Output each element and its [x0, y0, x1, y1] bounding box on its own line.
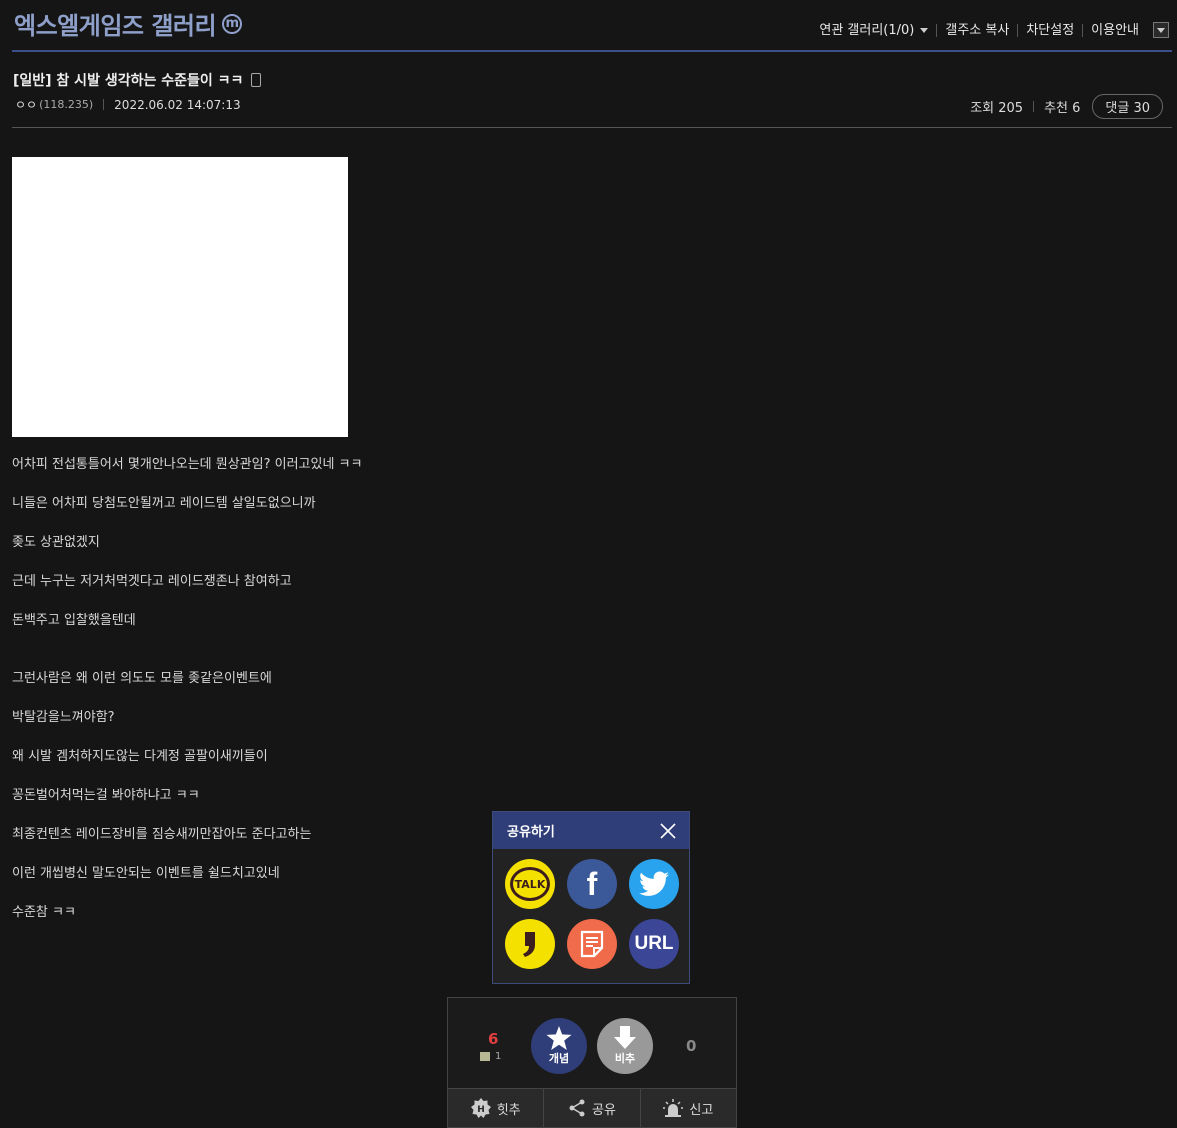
share-popup-header: 공유하기 [493, 812, 689, 849]
body-line: 돈백주고 입찰했을텐데 [12, 613, 136, 628]
comment-count-button[interactable]: 댓글 30 [1092, 94, 1163, 119]
related-gallery-link[interactable]: 연관 갤러리(1/0) [811, 24, 936, 37]
share-label: 공유 [592, 1102, 616, 1118]
report-button[interactable]: 신고 [639, 1089, 736, 1127]
downvote-button[interactable]: 비추 [597, 1018, 653, 1074]
siren-icon [663, 1099, 684, 1117]
blog-icon [580, 930, 604, 958]
upvote-count: 6 [488, 1030, 499, 1048]
fixed-user-count: 1 [495, 1051, 502, 1062]
body-line: 이런 개씹병신 말도안되는 이벤트를 쉴드치고있네 [12, 866, 280, 881]
blog-share-button[interactable] [567, 919, 617, 969]
upvote-button[interactable]: 개념 [531, 1018, 587, 1074]
downvote-label: 비추 [614, 1052, 636, 1065]
url-copy-button[interactable]: URL [629, 919, 679, 969]
close-icon[interactable] [659, 822, 677, 840]
twitter-share-button[interactable] [629, 859, 679, 909]
body-line: 근데 누구는 저거처먹겟다고 레이드쟁존나 참여하고 [12, 574, 292, 589]
body-line: 좆도 상관없겠지 [12, 535, 100, 550]
body-line: 그런사람은 왜 이런 의도도 모를 좆같은이벤트에 [12, 671, 272, 686]
share-popup: 공유하기 TALK f URL [492, 811, 690, 984]
body-line: 어차피 전섭통틀어서 몇개안나오는데 뭔상관임? 이러고있네 ㅋㅋ [12, 457, 363, 472]
related-gallery-label: 연관 갤러리(1/0) [819, 22, 915, 38]
post-stats: 조회 205 추천 6 댓글 30 [970, 94, 1163, 119]
guide-link[interactable]: 이용안내 [1082, 23, 1147, 37]
post-meta: ㅇㅇ (118.235) 2022.06.02 14:07:13 [15, 96, 241, 113]
share-icon [569, 1099, 585, 1117]
upvote-label: 개념 [548, 1052, 570, 1065]
kakao-story-share-button[interactable] [505, 919, 555, 969]
body-line: 수준참 ㅋㅋ [12, 905, 76, 920]
kakao-talk-icon: TALK [510, 867, 550, 901]
url-icon: URL [634, 933, 674, 954]
top-nav: 연관 갤러리(1/0) 갤주소 복사 차단설정 이용안내 [811, 22, 1169, 38]
recommend-count: 추천 6 [1044, 101, 1081, 116]
minor-gallery-badge-icon: m [222, 13, 243, 34]
svg-text:H: H [477, 1105, 485, 1115]
header-divider [12, 50, 1172, 52]
facebook-share-button[interactable]: f [567, 859, 617, 909]
fixed-user-icon [480, 1052, 490, 1061]
post-title-text: [일반] 참 시발 생각하는 수준들이 ㅋㅋ [13, 73, 244, 89]
author-ip: (118.235) [39, 98, 94, 111]
kakao-story-icon [523, 932, 535, 957]
meta-separator [103, 99, 105, 110]
copy-address-link[interactable]: 갤주소 복사 [936, 23, 1017, 37]
body-line: 박탈감을느껴야함? [12, 710, 115, 725]
twitter-icon [639, 871, 669, 896]
body-line: 니들은 어차피 당첨도안될꺼고 레이드템 살일도없으니까 [12, 496, 316, 511]
nav-dropdown-button[interactable] [1153, 22, 1169, 38]
body-line: 최종컨텐츠 레이드장비를 짐승새끼만잡아도 준다고하는 [12, 827, 312, 842]
view-count: 조회 205 [970, 101, 1024, 116]
kakao-talk-share-button[interactable]: TALK [505, 859, 555, 909]
share-grid: TALK f URL [493, 849, 689, 969]
facebook-icon: f [586, 865, 598, 902]
vote-actions: H 힛추 공유 신고 [448, 1088, 736, 1127]
downvote-count: 0 [686, 1037, 697, 1055]
report-label: 신고 [689, 1102, 714, 1118]
caret-down-icon [920, 27, 929, 33]
body-line: 왜 시발 겜처하지도않는 다계정 골팔이새끼들이 [12, 749, 268, 764]
share-popup-title: 공유하기 [507, 825, 555, 840]
gallery-title-text[interactable]: 엑스엘게임즈 갤러리 [14, 6, 217, 41]
stats-separator [1033, 101, 1035, 112]
post-body: 어차피 전섭통틀어서 몇개안나오는데 뭔상관임? 이러고있네 ㅋㅋ 니들은 어차… [12, 452, 362, 939]
post-date: 2022.06.02 14:07:13 [114, 97, 241, 112]
block-settings-link[interactable]: 차단설정 [1017, 23, 1082, 37]
post-title: [일반] 참 시발 생각하는 수준들이 ㅋㅋ [13, 70, 262, 90]
vote-box: 6 1 개념 비추 0 H 힛추 공유 신고 [447, 997, 737, 1128]
hit-recommend-button[interactable]: H 힛추 [448, 1089, 544, 1127]
hit-recommend-label: 힛추 [496, 1102, 521, 1118]
hit-badge-icon: H [470, 1098, 491, 1118]
star-icon [546, 1026, 572, 1050]
share-button[interactable]: 공유 [543, 1089, 640, 1127]
arrow-down-icon [614, 1026, 636, 1049]
body-line: 꽁돈벌어처먹는걸 봐야하냐고 ㅋㅋ [12, 788, 200, 803]
post-image[interactable] [12, 157, 348, 437]
gallery-title[interactable]: 엑스엘게임즈 갤러리 m [14, 6, 243, 41]
chevron-down-icon [1157, 27, 1165, 33]
post-divider [12, 127, 1172, 128]
mobile-icon [251, 73, 262, 87]
author-name[interactable]: ㅇㅇ [15, 96, 37, 113]
fixed-user-upvote: 1 [480, 1051, 501, 1062]
